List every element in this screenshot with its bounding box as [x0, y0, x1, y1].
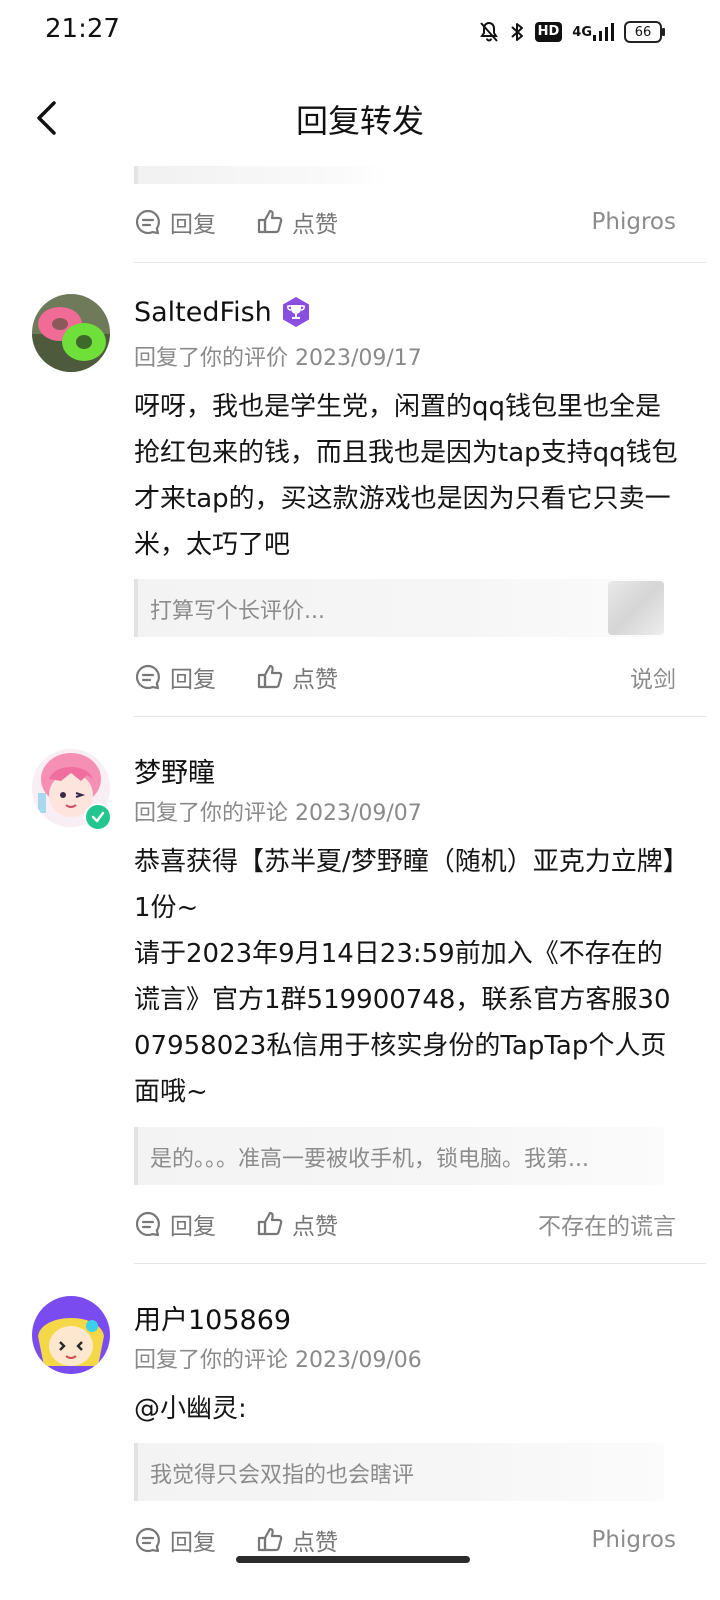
status-bar: 21:27 HD 4G 66: [0, 0, 720, 62]
divider: [134, 716, 706, 717]
thumbs-up-icon: [257, 664, 283, 689]
action-bar: 回复 点赞 Phigros: [134, 1520, 676, 1560]
reply-button[interactable]: 回复: [134, 660, 216, 694]
reply-meta: 回复了你的评论 2023/09/06: [134, 1348, 422, 1373]
status-time: 21:27: [45, 14, 120, 44]
reply-button[interactable]: 回复: [134, 1523, 216, 1557]
divider: [134, 1263, 706, 1264]
comment-icon: [135, 1211, 160, 1237]
reply-label: 回复: [170, 212, 216, 238]
reply-text: 呀呀，我也是学生党，闲置的qq钱包里也全是抢红包来的钱，而且我也是因为tap支持…: [134, 392, 678, 560]
header: 回复转发: [0, 80, 720, 156]
status-icons: HD 4G 66: [479, 18, 665, 46]
like-button[interactable]: 点赞: [256, 1207, 338, 1241]
username-text: 梦野瞳: [134, 758, 215, 789]
reply-meta: 回复了你的评价 2023/09/17: [134, 346, 422, 371]
avatar[interactable]: [32, 294, 110, 372]
username-text: 用户105869: [134, 1305, 292, 1336]
reply-label: 回复: [170, 1530, 216, 1556]
divider: [134, 262, 706, 263]
quote-preview[interactable]: 是的。。。准高一要被收手机，锁电脑。我第...: [134, 1127, 664, 1185]
bluetooth-icon: [509, 21, 525, 43]
quote-thumbnail: [608, 581, 664, 635]
avatar[interactable]: [32, 1296, 110, 1374]
reply-item: 梦野瞳 回复了你的评论 2023/09/07 恭喜获得【苏半夏/梦野瞳（随机）亚…: [0, 749, 720, 1189]
home-indicator[interactable]: [236, 1556, 470, 1563]
comment-icon: [135, 209, 160, 235]
source-link[interactable]: 说剑: [630, 660, 676, 694]
like-label: 点赞: [292, 667, 338, 693]
network-type: 4G: [572, 24, 592, 40]
action-bar: 回复 点赞 Phigros: [134, 202, 676, 242]
source-link[interactable]: Phigros: [592, 1527, 676, 1553]
username[interactable]: 用户105869: [134, 1298, 291, 1337]
like-label: 点赞: [292, 1214, 338, 1240]
quote-preview[interactable]: [134, 166, 388, 184]
trophy-badge-icon: [282, 297, 309, 327]
like-label: 点赞: [292, 212, 338, 238]
thumbs-up-icon: [257, 209, 283, 234]
username-text: SaltedFish: [134, 296, 272, 328]
source-link[interactable]: Phigros: [592, 209, 676, 235]
signal-icon: 4G: [572, 22, 614, 42]
quote-preview[interactable]: 打算写个长评价...: [134, 579, 664, 637]
like-button[interactable]: 点赞: [256, 660, 338, 694]
action-bar: 回复 点赞 说剑: [134, 657, 676, 697]
like-button[interactable]: 点赞: [256, 205, 338, 239]
reply-button[interactable]: 回复: [134, 1207, 216, 1241]
reply-meta: 回复了你的评论 2023/09/07: [134, 801, 422, 826]
reply-item: 用户105869 回复了你的评论 2023/09/06 @小幽灵: 我觉得只会双…: [0, 1296, 720, 1506]
source-link[interactable]: 不存在的谎言: [538, 1207, 676, 1241]
battery-level: 66: [634, 24, 652, 40]
quote-text: 是的。。。准高一要被收手机，锁电脑。我第...: [150, 1147, 589, 1172]
reply-text: 恭喜获得【苏半夏/梦野瞳（随机）亚克力立牌】1份~ 请于2023年9月14日23…: [134, 847, 676, 1107]
thumbs-up-icon: [257, 1527, 283, 1552]
reply-label: 回复: [170, 1214, 216, 1240]
thumbs-up-icon: [257, 1211, 283, 1236]
quote-text: 打算写个长评价...: [150, 599, 325, 624]
hd-voice-icon: HD: [534, 22, 563, 42]
like-label: 点赞: [292, 1530, 338, 1556]
mute-notification-icon: [479, 21, 499, 43]
reply-item: SaltedFish 回复了你的评价 2023/09/17 呀呀，我也是学生党，…: [0, 294, 720, 694]
username[interactable]: 梦野瞳: [134, 751, 215, 790]
like-button[interactable]: 点赞: [256, 1523, 338, 1557]
quote-preview[interactable]: 我觉得只会双指的也会瞎评: [134, 1443, 664, 1501]
comment-icon: [135, 1527, 160, 1553]
username[interactable]: SaltedFish: [134, 296, 312, 328]
battery-icon: 66: [624, 21, 665, 43]
reply-text: @小幽灵:: [134, 1394, 247, 1424]
verified-badge-icon: [84, 803, 112, 831]
action-bar: 回复 点赞 不存在的谎言: [134, 1204, 676, 1244]
page-title: 回复转发: [295, 102, 424, 140]
quote-text: 我觉得只会双指的也会瞎评: [150, 1463, 415, 1488]
reply-label: 回复: [170, 667, 216, 693]
reply-button[interactable]: 回复: [134, 205, 216, 239]
comment-icon: [135, 664, 160, 690]
